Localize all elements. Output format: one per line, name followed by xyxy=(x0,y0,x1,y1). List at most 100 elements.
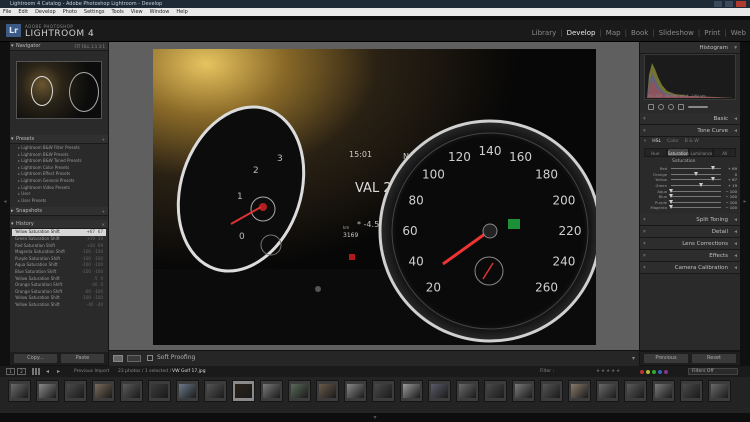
history-row[interactable]: Blue Saturation Shift -100 -100 xyxy=(12,269,106,276)
hsl-tab-hue[interactable]: Hue xyxy=(644,148,667,157)
preset-folder[interactable]: Lightroom B&W Toned Presets xyxy=(18,158,108,165)
menu-item-help[interactable]: Help xyxy=(176,8,187,16)
toolbar-menu-chevron-down-icon[interactable]: ▾ xyxy=(632,355,635,362)
panel-header-effects[interactable]: Effects ◂ ▾ xyxy=(640,249,740,262)
green-label-icon[interactable] xyxy=(652,370,656,374)
histogram-header[interactable]: Histogram ▾ xyxy=(640,42,740,54)
filmstrip-thumbnail[interactable] xyxy=(176,380,199,402)
red-eye-icon[interactable] xyxy=(668,103,674,110)
bottom-panel-toggle[interactable]: ▾ xyxy=(0,413,750,422)
history-row[interactable]: Green Saturation Shift +19 19 xyxy=(12,236,106,243)
filmstrip-thumbnail[interactable] xyxy=(64,380,87,402)
paste-button[interactable]: Paste xyxy=(61,354,104,363)
filmstrip-thumbnail[interactable] xyxy=(400,380,423,402)
module-print[interactable]: Print xyxy=(704,29,720,37)
snapshots-header[interactable]: ▸ Snapshots + xyxy=(10,207,108,217)
filmstrip-thumbnail[interactable] xyxy=(680,380,703,402)
navigator-header[interactable]: ▾ Navigator FIT FILL 1:1 3:1 xyxy=(10,42,108,51)
module-slideshow[interactable]: Slideshow xyxy=(659,29,694,37)
history-row[interactable]: Orange Saturation Shift -60 -100 xyxy=(12,289,106,296)
filmstrip-thumbnail[interactable] xyxy=(232,380,255,402)
filmstrip-thumbnail[interactable] xyxy=(540,380,563,402)
filmstrip-thumbnail[interactable] xyxy=(8,380,31,402)
preset-folder[interactable]: Lightroom Video Presets xyxy=(18,185,108,192)
slider-value[interactable]: − 100 xyxy=(723,200,737,205)
hsl-tab[interactable]: HSL xyxy=(652,137,661,147)
history-row[interactable]: Yellow Saturation Shift -100 -100 xyxy=(12,295,106,302)
grid-view-icon[interactable] xyxy=(32,368,40,375)
history-row[interactable]: Aqua Saturation Shift -100 -100 xyxy=(12,262,106,269)
preset-folder[interactable]: Lightroom B&W Filter Presets xyxy=(18,145,108,152)
color-tab[interactable]: Color xyxy=(667,137,679,147)
slider-value[interactable]: + 67 xyxy=(723,177,737,182)
red-label-icon[interactable] xyxy=(640,370,644,374)
filmstrip-thumbnail[interactable] xyxy=(92,380,115,402)
slider-value[interactable]: + 19 xyxy=(723,183,737,188)
panel-header-camera-calibration[interactable]: Camera Calibration ◂ ▾ xyxy=(640,261,740,274)
history-row[interactable]: Yellow Saturation Shift +67 67 xyxy=(12,229,106,236)
slider-value[interactable]: − 100 xyxy=(723,205,737,210)
menu-item-settings[interactable]: Settings xyxy=(84,8,105,16)
module-book[interactable]: Book xyxy=(631,29,648,37)
slider-knob[interactable] xyxy=(669,205,673,210)
yellow-label-icon[interactable] xyxy=(646,370,650,374)
filmstrip-filename[interactable]: VW Golf 17.jpg xyxy=(172,366,206,377)
module-map[interactable]: Map xyxy=(606,29,621,37)
panel-header-detail[interactable]: Detail ◂ ▾ xyxy=(640,225,740,238)
hsl-panel-header[interactable]: ▾ HSL Color B & W xyxy=(640,137,740,147)
slider-knob[interactable] xyxy=(698,183,703,188)
slider-knob[interactable] xyxy=(711,166,716,171)
menu-item-photo[interactable]: Photo xyxy=(63,8,77,16)
slider-track[interactable] xyxy=(669,199,721,204)
preset-folder[interactable]: User xyxy=(18,191,108,198)
filmstrip-thumbnail[interactable] xyxy=(288,380,311,402)
filmstrip-thumbnail[interactable] xyxy=(484,380,507,402)
photo-preview[interactable]: 0 1 2 3 15:01 N VAL 202 * -4.5 km 3169 2… xyxy=(153,49,596,345)
menu-item-file[interactable]: File xyxy=(3,8,11,16)
preset-folder[interactable]: Lightroom Effect Presets xyxy=(18,171,108,178)
maximize-icon[interactable] xyxy=(725,1,733,7)
rating-stars-icon[interactable]: ★★★★★ xyxy=(596,366,621,377)
blue-label-icon[interactable] xyxy=(658,370,662,374)
histogram-graph[interactable]: ISO 200 18 mm f/5.6 1/60 sec xyxy=(644,54,736,100)
menu-item-window[interactable]: Window xyxy=(150,8,170,16)
slider-track[interactable] xyxy=(669,194,721,199)
minimize-icon[interactable] xyxy=(714,1,722,7)
screen-2-button[interactable]: 2 xyxy=(17,368,26,375)
history-row[interactable]: Red Saturation Shift +20 69 xyxy=(12,243,106,250)
filmstrip-thumbnail[interactable] xyxy=(708,380,731,402)
history-header[interactable]: ▾ History ✕ xyxy=(10,220,108,230)
panel-header-split-toning[interactable]: Split Toning ◂ ▾ xyxy=(640,213,740,226)
history-row[interactable]: Magenta Saturation Shift -100 -100 xyxy=(12,249,106,256)
slider-knob[interactable] xyxy=(694,171,698,176)
preset-folder[interactable]: Lightroom General Presets xyxy=(18,178,108,185)
module-develop[interactable]: Develop xyxy=(567,29,596,37)
adjustment-brush-icon[interactable] xyxy=(688,105,708,108)
slider-track[interactable] xyxy=(671,177,721,182)
before-after-view-icon[interactable] xyxy=(127,355,141,362)
crop-tool-icon[interactable] xyxy=(648,103,654,110)
menu-item-edit[interactable]: Edit xyxy=(18,8,28,16)
slider-value[interactable]: 0 xyxy=(723,172,737,177)
menu-item-tools[interactable]: Tools xyxy=(111,8,123,16)
filmstrip-source[interactable]: Previous Import xyxy=(74,366,109,377)
slider-track[interactable] xyxy=(671,183,721,188)
history-row[interactable]: Yellow Saturation Shift -40 -40 xyxy=(12,302,106,309)
module-web[interactable]: Web xyxy=(731,29,746,37)
add-snapshot-icon[interactable]: + xyxy=(102,207,105,216)
filmstrip-thumbnail[interactable] xyxy=(148,380,171,402)
slider-value[interactable]: + 69 xyxy=(723,166,737,171)
slider-value[interactable]: − 100 xyxy=(723,189,737,194)
filmstrip-thumbnail[interactable] xyxy=(428,380,451,402)
slider-value[interactable]: − 100 xyxy=(723,194,737,199)
back-arrow-icon[interactable]: ◂ xyxy=(46,366,49,377)
panel-header-lens-corrections[interactable]: Lens Corrections ◂ ▾ xyxy=(640,237,740,250)
slider-track[interactable] xyxy=(671,171,721,176)
slider-knob[interactable] xyxy=(710,177,715,182)
screen-1-button[interactable]: 1 xyxy=(6,368,15,375)
slider-knob[interactable] xyxy=(669,194,673,199)
copy-button[interactable]: Copy... xyxy=(14,354,57,363)
filmstrip-thumbnail[interactable] xyxy=(120,380,143,402)
hsl-tab-saturation[interactable]: Saturation xyxy=(666,148,690,157)
previous-button[interactable]: Previous xyxy=(644,354,688,363)
